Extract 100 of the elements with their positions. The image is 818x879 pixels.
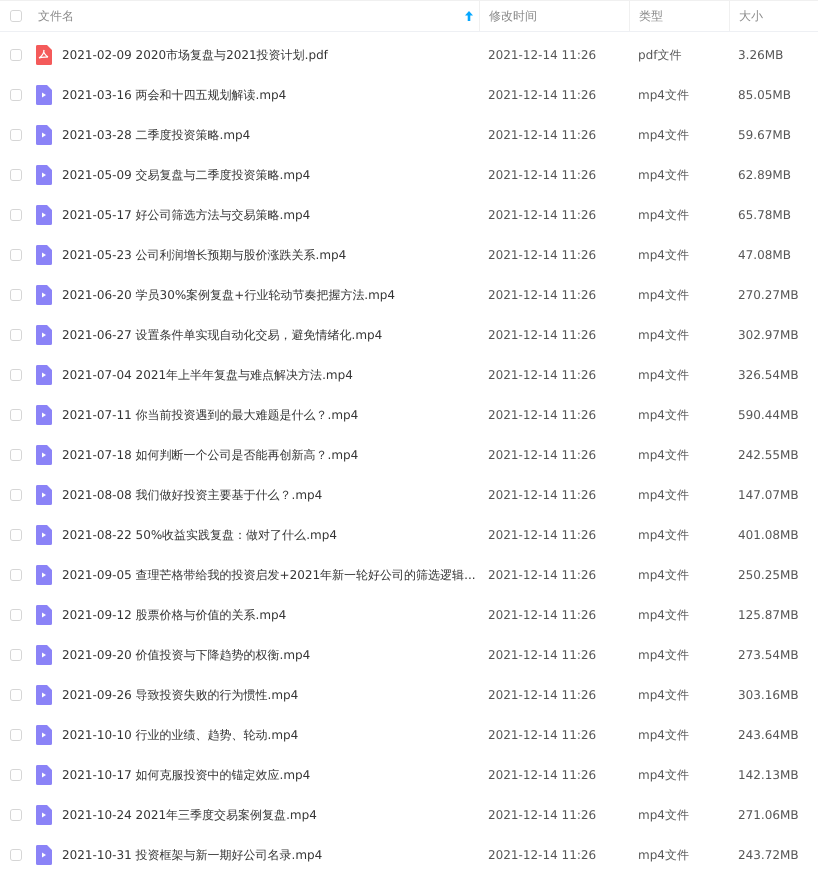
modified-time: 2021-12-14 11:26 [487,168,596,182]
row-checkbox[interactable] [10,609,22,621]
video-file-icon [36,525,52,545]
column-header[interactable]: 类型 [639,8,663,24]
file-name[interactable]: 2021-10-24 2021年三季度交易案例复盘.mp4 [62,806,317,824]
file-size: 271.06MB [737,808,799,822]
video-file-icon [36,405,52,425]
file-name[interactable]: 2021-03-28 二季度投资策略.mp4 [62,126,250,144]
file-size: 142.13MB [737,768,799,782]
file-type: mp4文件 [637,686,689,704]
file-name[interactable]: 2021-05-17 好公司筛选方法与交易策略.mp4 [62,206,310,224]
video-file-icon [36,165,52,185]
file-size: 326.54MB [737,368,799,382]
video-file-icon [36,125,52,145]
file-name[interactable]: 2021-07-04 2021年上半年复盘与难点解决方法.mp4 [62,366,353,384]
file-name[interactable]: 2021-06-20 学员30%案例复盘+行业轮动节奏把握方法.mp4 [62,286,396,304]
sort-ascending-icon[interactable] [465,11,473,21]
modified-time: 2021-12-14 11:26 [487,768,596,782]
file-type: mp4文件 [637,526,689,544]
file-type: mp4文件 [637,846,689,864]
file-name[interactable]: 2021-03-16 两会和十四五规划解读.mp4 [62,86,286,104]
modified-time: 2021-12-14 11:26 [487,288,596,302]
file-type: mp4文件 [637,606,689,624]
column-header[interactable]: 大小 [739,8,763,24]
modified-time: 2021-12-14 11:26 [487,608,596,622]
modified-time: 2021-12-14 11:26 [487,568,596,582]
row-checkbox[interactable] [10,689,22,701]
file-size: 65.78MB [737,208,791,222]
file-name[interactable]: 2021-09-26 导致投资失败的行为惯性.mp4 [62,686,298,704]
row-checkbox[interactable] [10,89,22,101]
file-type: mp4文件 [637,206,689,224]
video-file-icon [36,805,52,825]
row-checkbox[interactable] [10,289,22,301]
modified-time: 2021-12-14 11:26 [487,528,596,542]
video-file-icon [36,485,52,505]
file-name[interactable]: 2021-09-12 股票价格与价值的关系.mp4 [62,606,286,624]
modified-time: 2021-12-14 11:26 [487,328,596,342]
file-size: 242.55MB [737,448,799,462]
row-checkbox[interactable] [10,409,22,421]
modified-time: 2021-12-14 11:26 [487,808,596,822]
file-type: mp4文件 [637,166,689,184]
file-name[interactable]: 2021-05-23 公司利润增长预期与股价涨跌关系.mp4 [62,246,346,264]
row-checkbox[interactable] [10,449,22,461]
modified-time: 2021-12-14 11:26 [487,48,596,62]
file-name[interactable]: 2021-07-18 如何判断一个公司是否能再创新高？.mp4 [62,446,358,464]
file-name[interactable]: 2021-05-09 交易复盘与二季度投资策略.mp4 [62,166,310,184]
file-name[interactable]: 2021-06-27 设置条件单实现自动化交易，避免情绪化.mp4 [62,326,382,344]
modified-time: 2021-12-14 11:26 [487,688,596,702]
video-file-icon [36,685,52,705]
file-type: mp4文件 [637,766,689,784]
file-type: mp4文件 [637,446,689,464]
video-file-icon [36,845,52,865]
file-size: 125.87MB [737,608,799,622]
column-header[interactable]: 修改时间 [489,8,537,24]
file-name[interactable]: 2021-07-11 你当前投资遇到的最大难题是什么？.mp4 [62,406,358,424]
video-file-icon [36,365,52,385]
file-type: pdf文件 [637,46,682,64]
select-all-checkbox[interactable] [10,10,22,22]
file-type: mp4文件 [637,646,689,664]
row-checkbox[interactable] [10,529,22,541]
file-name[interactable]: 2021-08-08 我们做好投资主要基于什么？.mp4 [62,486,322,504]
file-name[interactable]: 2021-10-31 投资框架与新一期好公司名录.mp4 [62,846,322,864]
video-file-icon [36,205,52,225]
file-type: mp4文件 [637,286,689,304]
row-checkbox[interactable] [10,849,22,861]
column-header[interactable]: 文件名 [38,8,74,24]
file-name[interactable]: 2021-02-09 2020市场复盘与2021投资计划.pdf [62,46,328,64]
file-size: 3.26MB [737,48,784,62]
row-checkbox[interactable] [10,209,22,221]
row-checkbox[interactable] [10,809,22,821]
file-type: mp4文件 [637,726,689,744]
row-checkbox[interactable] [10,369,22,381]
file-name[interactable]: 2021-09-05 查理芒格带给我的投资启发+2021年新一轮好公司的筛选逻辑... [62,566,476,584]
row-checkbox[interactable] [10,489,22,501]
video-file-icon [36,725,52,745]
file-name[interactable]: 2021-10-17 如何克服投资中的锚定效应.mp4 [62,766,310,784]
file-name[interactable]: 2021-09-20 价值投资与下降趋势的权衡.mp4 [62,646,310,664]
row-checkbox[interactable] [10,129,22,141]
row-checkbox[interactable] [10,249,22,261]
file-size: 147.07MB [737,488,799,502]
file-size: 243.72MB [737,848,799,862]
row-checkbox[interactable] [10,729,22,741]
file-name[interactable]: 2021-08-22 50%收益实践复盘：做对了什么.mp4 [62,526,337,544]
modified-time: 2021-12-14 11:26 [487,208,596,222]
video-file-icon [36,325,52,345]
modified-time: 2021-12-14 11:26 [487,128,596,142]
row-checkbox[interactable] [10,769,22,781]
video-file-icon [36,605,52,625]
video-file-icon [36,245,52,265]
video-file-icon [36,765,52,785]
file-size: 401.08MB [737,528,799,542]
row-checkbox[interactable] [10,169,22,181]
file-type: mp4文件 [637,806,689,824]
row-checkbox[interactable] [10,329,22,341]
video-file-icon [36,285,52,305]
file-name[interactable]: 2021-10-10 行业的业绩、趋势、轮动.mp4 [62,726,298,744]
modified-time: 2021-12-14 11:26 [487,368,596,382]
row-checkbox[interactable] [10,569,22,581]
row-checkbox[interactable] [10,49,22,61]
row-checkbox[interactable] [10,649,22,661]
